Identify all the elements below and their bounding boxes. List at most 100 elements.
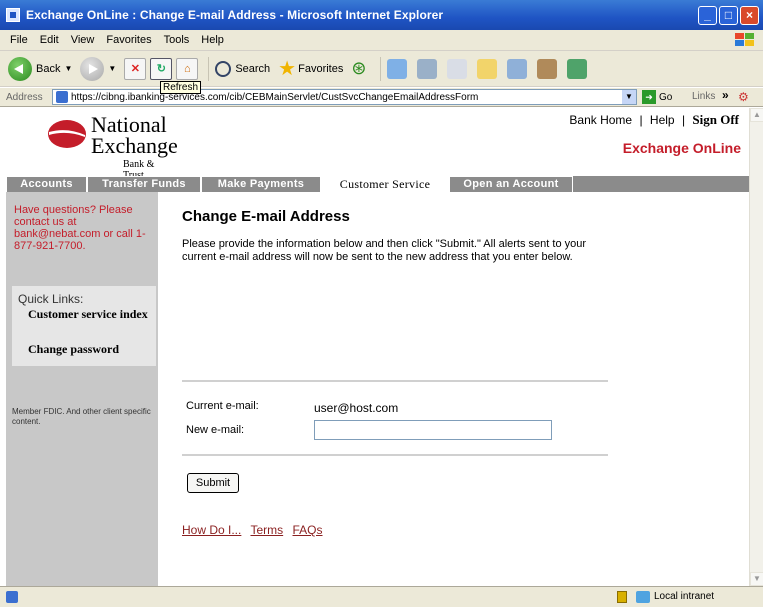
tab-transfer-funds[interactable]: Transfer Funds: [87, 176, 201, 192]
link-separator: |: [639, 113, 643, 127]
tab-open-account[interactable]: Open an Account: [449, 176, 573, 192]
quick-links-title: Quick Links:: [18, 292, 84, 306]
new-email-label: New e-mail:: [186, 424, 245, 436]
tab-customer-service[interactable]: Customer Service: [321, 176, 449, 192]
window-controls: _ □ ×: [698, 6, 759, 25]
menu-edit[interactable]: Edit: [40, 34, 59, 46]
discuss-icon[interactable]: [477, 58, 498, 79]
chevron-down-icon: ▼: [108, 64, 117, 73]
status-bar: Local intranet: [0, 586, 763, 607]
toolbar-separator: [380, 56, 382, 81]
address-label: Address: [6, 91, 43, 103]
back-label: Back: [36, 62, 61, 75]
contacts-icon[interactable]: [567, 58, 588, 79]
link-separator: |: [681, 113, 686, 127]
favorites-star-icon: ★: [278, 58, 297, 80]
search-button[interactable]: Search: [215, 60, 271, 77]
sign-off-link[interactable]: Sign Off: [692, 112, 739, 127]
menu-file[interactable]: File: [10, 34, 28, 46]
scroll-up-icon[interactable]: ▲: [750, 108, 763, 122]
back-arrow-icon: [8, 56, 32, 81]
go-arrow-icon: ➜: [642, 90, 656, 104]
refresh-tooltip: Refresh: [160, 81, 202, 94]
favorites-label: Favorites: [298, 62, 344, 75]
forward-button[interactable]: ▼: [80, 56, 117, 81]
links-label[interactable]: Links: [692, 91, 715, 102]
scroll-down-icon[interactable]: ▼: [750, 572, 763, 586]
search-label: Search: [235, 62, 271, 75]
quick-link-customer-service-index[interactable]: Customer service index: [28, 307, 148, 321]
windows-logo-icon: [735, 33, 754, 46]
tab-accounts[interactable]: Accounts: [6, 176, 87, 192]
research-icon[interactable]: [537, 58, 558, 79]
ie-page-icon: [6, 8, 20, 22]
help-link[interactable]: Help: [650, 113, 675, 127]
messenger-icon[interactable]: [507, 58, 528, 79]
maximize-button[interactable]: □: [719, 6, 738, 25]
bank-logo[interactable]: National Exchange Bank & Trust: [47, 114, 178, 181]
how-do-i-link[interactable]: How Do I...: [182, 523, 241, 537]
menu-view[interactable]: View: [71, 34, 95, 46]
edit-icon[interactable]: [447, 58, 468, 79]
help-contact-text: Have questions? Please contact us at ban…: [14, 204, 146, 252]
links-chevron-icon[interactable]: »: [722, 88, 729, 102]
menu-tools[interactable]: Tools: [164, 34, 190, 46]
current-email-label: Current e-mail:: [186, 400, 259, 412]
intranet-zone-icon: [636, 591, 650, 603]
history-icon[interactable]: [387, 58, 408, 79]
menu-bar: File Edit View Favorites Tools Help: [0, 30, 763, 51]
address-url: https://cibng.ibanking-services.com/cib/…: [71, 91, 479, 103]
home-button[interactable]: ⌂: [176, 57, 199, 80]
new-email-field[interactable]: [314, 420, 552, 440]
menu-help[interactable]: Help: [201, 34, 224, 46]
go-button[interactable]: ➜ Go: [642, 90, 672, 104]
logo-text-exchange: Exchange: [91, 133, 178, 158]
chevron-down-icon: ▼: [64, 64, 73, 73]
lock-icon: [617, 591, 627, 603]
sidebar: Have questions? Please contact us at ban…: [6, 192, 158, 586]
logo-swoosh-icon: [48, 120, 86, 148]
page-content: National Exchange Bank & Trust Bank Home…: [0, 108, 749, 586]
menu-favorites[interactable]: Favorites: [106, 34, 151, 46]
quick-links-panel: Quick Links: Customer service index Chan…: [12, 286, 156, 366]
search-icon: [215, 60, 232, 77]
toolbar-extra-icon[interactable]: ⚙: [738, 90, 749, 104]
brand-tagline: Exchange OnLine: [622, 140, 741, 156]
intro-text: Please provide the information below and…: [182, 238, 587, 263]
minimize-button[interactable]: _: [698, 6, 717, 25]
address-dropdown-icon[interactable]: ▼: [622, 90, 636, 104]
member-fdic-text: Member FDIC. And other client specific c…: [12, 407, 151, 426]
window-title: Exchange OnLine : Change E-mail Address …: [26, 8, 444, 22]
address-bar: Address https://cibng.ibanking-services.…: [0, 88, 763, 107]
favorites-button[interactable]: ★ Favorites: [278, 56, 343, 81]
window-titlebar[interactable]: Exchange OnLine : Change E-mail Address …: [0, 0, 763, 30]
main-nav: Accounts Transfer Funds Make Payments Cu…: [6, 176, 749, 192]
go-label: Go: [659, 91, 673, 103]
toolbar-separator: [208, 56, 210, 81]
back-button[interactable]: Back ▼: [8, 56, 73, 81]
footer-links: How Do I... Terms FAQs: [182, 523, 329, 537]
faqs-link[interactable]: FAQs: [293, 523, 323, 537]
divider: [182, 380, 608, 382]
media-icon[interactable]: ⊛: [351, 58, 366, 79]
terms-link[interactable]: Terms: [250, 523, 283, 537]
close-button[interactable]: ×: [740, 6, 759, 25]
submit-button[interactable]: Submit: [187, 473, 239, 493]
forward-arrow-icon: [80, 56, 105, 81]
page-status-icon: [6, 591, 18, 603]
browser-toolbar: Back ▼ ▼ ✕ ↻ ⌂ Search ★ Favorites ⊛: [0, 51, 763, 87]
vertical-scrollbar[interactable]: ▲ ▼: [749, 108, 763, 586]
zone-label: Local intranet: [654, 591, 715, 602]
divider: [182, 454, 608, 456]
page-icon: [56, 91, 68, 103]
tab-make-payments[interactable]: Make Payments: [201, 176, 321, 192]
quick-link-change-password[interactable]: Change password: [28, 342, 119, 356]
bank-home-link[interactable]: Bank Home: [569, 113, 632, 127]
print-icon[interactable]: [417, 58, 438, 79]
stop-button[interactable]: ✕: [124, 57, 147, 80]
top-links: Bank Home | Help | Sign Off: [567, 112, 741, 128]
page-title: Change E-mail Address: [182, 208, 350, 225]
refresh-button[interactable]: ↻: [150, 57, 173, 80]
current-email-value: user@host.com: [314, 401, 399, 415]
address-input[interactable]: https://cibng.ibanking-services.com/cib/…: [52, 89, 637, 105]
